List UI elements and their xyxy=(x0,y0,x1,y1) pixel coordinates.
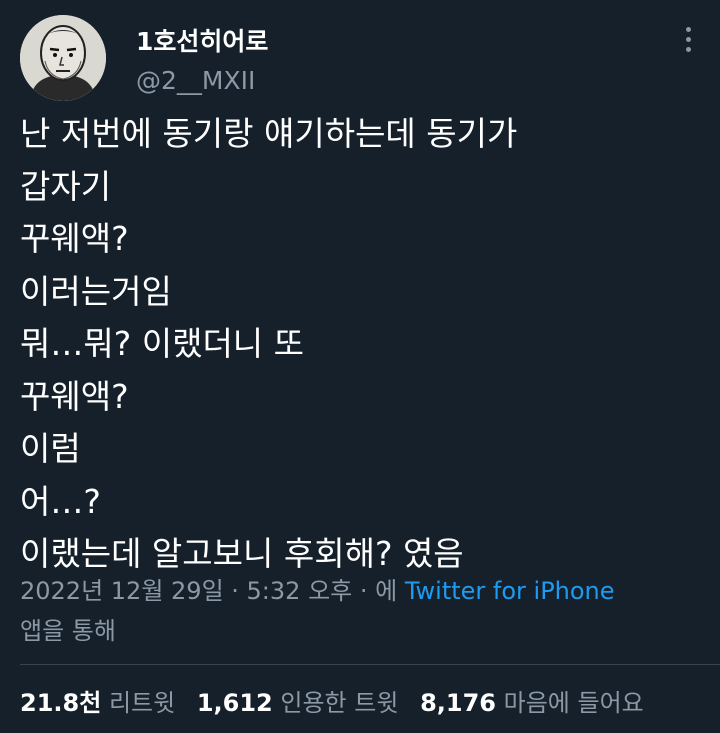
source-suffix: 앱을 통해 xyxy=(20,617,116,645)
tweet-line: 이럼 xyxy=(20,429,81,468)
tweet-text: 난 저번에 동기랑 얘기하는데 동기가 갑자기 꾸웨액? 이러는거임 뭐…뭐? … xyxy=(20,108,710,581)
likes-count: 8,176 xyxy=(420,689,496,717)
quotes-count: 1,612 xyxy=(196,689,273,717)
retweets-count: 21.8천 xyxy=(20,689,102,717)
avatar-image xyxy=(20,15,106,101)
tweet-meta: 2022년 12월 29일 · 5:32 오후 · 에 Twitter for … xyxy=(20,571,700,651)
tweet-line: 어…? xyxy=(20,481,101,521)
engagement-stats: 21.8천 리트윗 1,612 인용한 트윗 8,176 마음에 들어요 xyxy=(20,685,644,721)
tweet-line: 갑자기 xyxy=(20,166,112,206)
avatar[interactable] xyxy=(20,15,106,101)
tweet-line: 꾸웨액? xyxy=(20,219,129,258)
likes-label: 마음에 들어요 xyxy=(503,689,644,717)
retweets-label: 리트윗 xyxy=(108,689,176,717)
more-vertical-icon[interactable] xyxy=(674,22,702,56)
retweets-stat[interactable]: 21.8천 리트윗 xyxy=(20,689,175,717)
timestamp-link[interactable]: 2022년 12월 29일 · 5:32 오후 · 에 xyxy=(20,577,405,605)
tweet-line: 이러는거임 xyxy=(20,271,172,311)
likes-stat[interactable]: 8,176 마음에 들어요 xyxy=(420,689,644,717)
author-display-name[interactable]: 1호선히어로 xyxy=(136,22,268,58)
tweet-line: 난 저번에 동기랑 얘기하는데 동기가 xyxy=(20,114,518,153)
source-link[interactable]: Twitter for iPhone xyxy=(405,577,615,605)
quotes-label: 인용한 트윗 xyxy=(280,689,399,717)
tweet-line: 뭐…뭐? 이랬더니 또 xyxy=(20,324,305,363)
author-handle[interactable]: @2__MXII xyxy=(136,66,255,95)
tweet-line: 꾸웨액? xyxy=(20,376,129,416)
divider xyxy=(20,664,720,665)
quotes-stat[interactable]: 1,612 인용한 트윗 xyxy=(197,689,399,717)
